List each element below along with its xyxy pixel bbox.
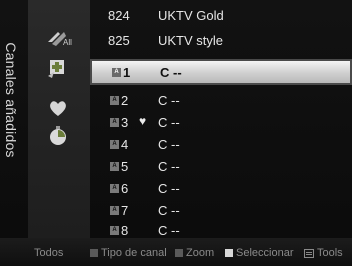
analog-badge-icon: A (110, 162, 119, 171)
mode-label-item: Todos (34, 247, 63, 259)
bottom-bar: Todos Tipo de canal Zoom Seleccionar Too… (0, 238, 352, 266)
channel-name: C -- (158, 203, 180, 218)
side-title: Canales añadidos (0, 0, 22, 238)
analog-badge-icon: A (110, 140, 119, 149)
channel-type-label: Tipo de canal (101, 247, 167, 259)
analog-badge-icon: A (110, 118, 119, 127)
channel-number: 5 (121, 159, 129, 174)
tools-button[interactable]: Tools (304, 247, 343, 259)
channel-name: UKTV style (158, 33, 224, 48)
channel-type-button[interactable]: Tipo de canal (90, 247, 167, 259)
channel-row[interactable]: A 5 C -- (90, 157, 352, 177)
channel-row[interactable]: A 4 C -- (90, 135, 352, 155)
channel-name: C -- (158, 115, 180, 130)
white-button-icon (225, 249, 233, 257)
gray-button-icon (175, 249, 183, 257)
channel-row[interactable]: A 3 ♥ C -- (90, 113, 352, 133)
select-label: Seleccionar (236, 247, 294, 259)
all-label: All (63, 38, 72, 47)
analog-badge-icon: A (112, 68, 121, 77)
channel-number: 4 (121, 137, 129, 152)
channel-number: 7 (121, 203, 129, 218)
channel-row[interactable]: A 6 C -- (90, 179, 352, 199)
channel-list: 824 UKTV Gold 825 UKTV style A 1 C -- A … (90, 0, 352, 238)
channel-number: 3 (121, 115, 129, 130)
gray-button-icon (90, 249, 98, 257)
channel-number: 2 (121, 93, 129, 108)
analog-badge-icon: A (110, 96, 119, 105)
channel-row[interactable]: A 7 C -- (90, 201, 352, 221)
channel-row[interactable]: A 2 C -- (90, 91, 352, 111)
select-button[interactable]: Seleccionar (225, 247, 293, 259)
timer-icon[interactable] (46, 124, 70, 148)
page-title: Canales añadidos (3, 42, 19, 158)
channel-row[interactable]: 825 UKTV style (90, 31, 352, 51)
analog-badge-icon: A (110, 226, 119, 235)
channel-name: C -- (160, 65, 182, 80)
favorite-heart-icon: ♥ (139, 114, 147, 128)
added-channels-icon[interactable] (46, 56, 70, 80)
channel-number: 1 (123, 65, 131, 80)
mode-label: Todos (34, 247, 64, 259)
tools-label: Tools (317, 247, 343, 259)
channel-name: UKTV Gold (158, 8, 224, 23)
channel-list-screen: Canales añadidos All 824 UKTV Gold 825 U… (0, 0, 352, 266)
channel-row-selected[interactable]: A 1 C -- (90, 59, 352, 85)
analog-badge-icon: A (110, 206, 119, 215)
all-channels-icon[interactable]: All (46, 28, 72, 52)
analog-badge-icon: A (110, 184, 119, 193)
channel-number: 8 (121, 223, 129, 238)
zoom-label: Zoom (186, 247, 215, 259)
channel-name: C -- (158, 181, 180, 196)
channel-name: C -- (158, 223, 180, 238)
tools-icon (304, 248, 314, 258)
category-icon-column: All ◀ (28, 0, 117, 238)
channel-name: C -- (158, 159, 180, 174)
channel-name: C -- (158, 137, 180, 152)
channel-name: C -- (158, 93, 180, 108)
zoom-button[interactable]: Zoom (175, 247, 214, 259)
channel-number: 6 (121, 181, 129, 196)
channel-row[interactable]: 824 UKTV Gold (90, 6, 352, 26)
channel-number: 825 (108, 33, 130, 48)
favorites-icon[interactable] (46, 96, 70, 120)
channel-number: 824 (108, 8, 130, 23)
